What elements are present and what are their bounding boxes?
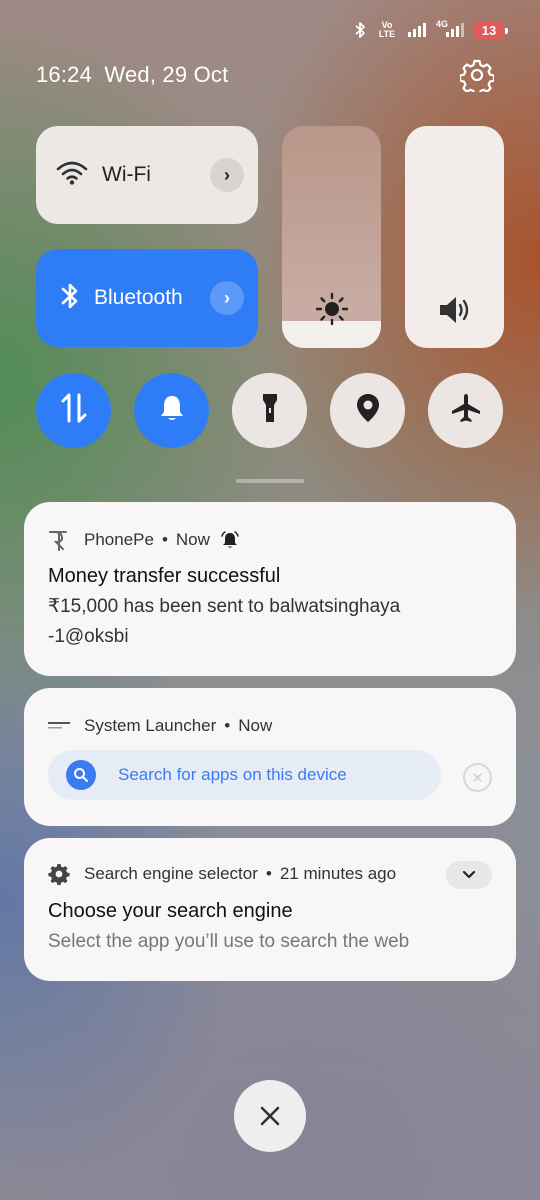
gear-icon[interactable]	[458, 58, 496, 97]
bluetooth-tile[interactable]: Bluetooth ›	[36, 249, 258, 347]
gear-app-icon	[48, 863, 72, 885]
battery-icon: 13	[474, 21, 508, 39]
notification-body: Select the app you’ll use to search the …	[48, 931, 410, 952]
volte-icon: Vo LTE	[378, 20, 396, 39]
ring-toggle[interactable]	[134, 373, 209, 448]
bluetooth-label: Bluetooth	[94, 286, 183, 309]
notification-header: Search engine selector • 21 minutes ago	[48, 862, 492, 886]
4g-signal-icon: 4G	[436, 19, 464, 37]
notification-system-launcher[interactable]: System Launcher • Now Search for apps on…	[24, 688, 516, 826]
wifi-expand-chevron-icon[interactable]: ›	[210, 158, 244, 192]
bluetooth-expand-chevron-icon[interactable]: ›	[210, 281, 244, 315]
notification-header: PhonePe • Now	[48, 528, 492, 552]
separator-dot: •	[161, 530, 168, 549]
drag-handle[interactable]	[236, 479, 304, 483]
speaker-icon	[405, 294, 504, 326]
network-type-label: 4G	[435, 19, 448, 29]
close-icon	[260, 1106, 280, 1126]
location-icon	[355, 392, 381, 429]
separator-dot: •	[224, 716, 231, 735]
phonepe-icon	[48, 529, 72, 551]
date-label: Wed, 29 Oct	[104, 62, 229, 87]
mobile-data-toggle[interactable]	[36, 373, 111, 448]
notification-time: Now	[238, 716, 273, 735]
notification-title: Choose your search engine	[48, 900, 293, 922]
volume-slider[interactable]	[405, 126, 504, 348]
notification-body: ₹15,000 has been sent to balwatsinghaya …	[48, 592, 492, 652]
data-arrows-icon	[59, 391, 89, 430]
sun-icon	[282, 292, 381, 326]
notification-time: 21 minutes ago	[279, 864, 397, 883]
wifi-tile[interactable]: Wi-Fi ›	[36, 126, 258, 224]
search-placeholder: Search for apps on this device	[118, 765, 347, 784]
launcher-app-icon	[48, 720, 72, 732]
notification-app-name: PhonePe	[84, 530, 154, 549]
dismiss-close-icon[interactable]: ✕	[463, 763, 492, 792]
notification-time: Now	[175, 530, 210, 549]
clear-all-close-button[interactable]	[234, 1080, 306, 1152]
bell-icon	[158, 393, 186, 428]
notification-body-line-1: ₹15,000 has been sent to balwatsinghaya	[48, 596, 401, 617]
notification-app-name: Search engine selector	[84, 864, 258, 883]
notification-app-name: System Launcher	[84, 716, 217, 735]
search-icon	[66, 760, 96, 790]
bluetooth-status-icon	[354, 21, 366, 39]
clock-time: 16:24	[36, 62, 93, 87]
app-search-bar[interactable]: Search for apps on this device	[48, 750, 441, 800]
notification-body-line-2: -1@oksbi	[48, 626, 129, 647]
notification-phonepe[interactable]: PhonePe • Now Money transfer successful …	[24, 502, 516, 676]
status-bar: Vo LTE 4G 13	[354, 18, 508, 42]
flashlight-icon	[260, 391, 280, 430]
separator-dot: •	[265, 864, 272, 883]
alarm-bell-icon	[220, 530, 240, 550]
airplane-icon	[450, 392, 482, 429]
expand-chevron-down-icon[interactable]	[446, 861, 492, 889]
wifi-icon	[56, 160, 88, 191]
torch-toggle[interactable]	[232, 373, 307, 448]
wifi-label: Wi-Fi	[102, 163, 151, 186]
notification-title: Money transfer successful	[48, 565, 281, 587]
signal-icon	[407, 23, 426, 37]
location-toggle[interactable]	[330, 373, 405, 448]
bluetooth-icon	[60, 281, 80, 316]
notification-header: System Launcher • Now	[48, 714, 492, 738]
airplane-mode-toggle[interactable]	[428, 373, 503, 448]
brightness-slider[interactable]	[282, 126, 381, 348]
clock-date: 16:24 Wed, 29 Oct	[36, 62, 228, 88]
notification-search-engine[interactable]: Search engine selector • 21 minutes ago …	[24, 838, 516, 981]
